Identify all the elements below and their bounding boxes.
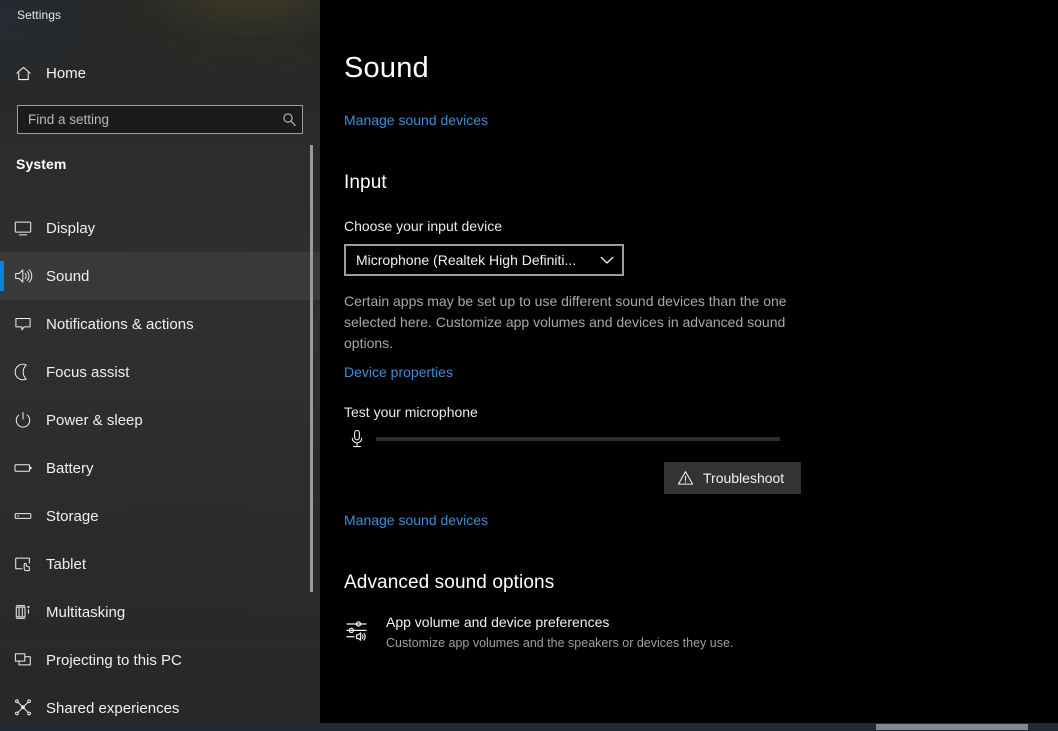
power-icon <box>0 410 46 430</box>
settings-window: Settings Home <box>0 0 1058 731</box>
tablet-icon <box>0 554 46 574</box>
troubleshoot-button[interactable]: Troubleshoot <box>664 462 801 494</box>
sidebar-item-display[interactable]: Display <box>0 204 320 252</box>
sidebar-item-storage-label: Storage <box>46 508 99 525</box>
input-section-heading: Input <box>344 172 387 194</box>
app-volume-preferences-item[interactable]: App volume and device preferences Custom… <box>344 612 804 652</box>
sidebar-scrollbar[interactable] <box>308 0 316 731</box>
sidebar-nav-list: Display Sound <box>0 204 320 731</box>
battery-icon <box>0 458 46 478</box>
sidebar-item-multitasking[interactable]: Multitasking <box>0 588 320 636</box>
manage-sound-devices-link-top[interactable]: Manage sound devices <box>344 112 488 128</box>
advanced-section-heading: Advanced sound options <box>344 572 554 594</box>
home-icon <box>0 64 46 83</box>
sidebar-item-tablet-label: Tablet <box>46 556 86 573</box>
monitor-icon <box>0 218 46 238</box>
microphone-level-meter <box>344 428 784 450</box>
sidebar: Settings Home <box>0 0 320 731</box>
sidebar-item-sound-label: Sound <box>46 268 89 285</box>
horizontal-scrollbar[interactable] <box>0 723 1058 731</box>
troubleshoot-button-label: Troubleshoot <box>703 470 784 486</box>
sidebar-item-home[interactable]: Home <box>0 56 320 90</box>
search-box[interactable] <box>17 105 303 134</box>
input-description: Certain apps may be set up to use differ… <box>344 291 796 354</box>
input-device-value: Microphone (Realtek High Definiti... <box>356 252 576 268</box>
sidebar-item-power-sleep[interactable]: Power & sleep <box>0 396 320 444</box>
sidebar-item-battery[interactable]: Battery <box>0 444 320 492</box>
warning-triangle-icon <box>677 470 694 486</box>
multitasking-icon <box>0 602 46 622</box>
projecting-icon <box>0 650 46 670</box>
microphone-level-track <box>376 437 780 441</box>
microphone-icon <box>344 429 370 449</box>
sidebar-item-storage[interactable]: Storage <box>0 492 320 540</box>
sidebar-item-notifications[interactable]: Notifications & actions <box>0 300 320 348</box>
page-title: Sound <box>344 52 429 85</box>
speaker-icon <box>0 266 46 286</box>
sidebar-item-projecting[interactable]: Projecting to this PC <box>0 636 320 684</box>
search-icon[interactable] <box>276 112 302 127</box>
volume-mixer-icon <box>344 612 372 642</box>
sidebar-item-home-label: Home <box>46 65 86 82</box>
chevron-down-icon <box>594 256 614 265</box>
moon-icon <box>0 362 46 382</box>
storage-icon <box>0 506 46 526</box>
sidebar-item-multitasking-label: Multitasking <box>46 604 125 621</box>
sidebar-item-display-label: Display <box>46 220 95 237</box>
horizontal-scrollbar-thumb[interactable] <box>876 724 1028 730</box>
sidebar-group-heading: System <box>16 156 66 172</box>
sidebar-scrollbar-thumb[interactable] <box>310 145 313 592</box>
sidebar-item-notifications-label: Notifications & actions <box>46 316 194 333</box>
input-device-dropdown[interactable]: Microphone (Realtek High Definiti... <box>344 244 624 276</box>
sidebar-item-battery-label: Battery <box>46 460 94 477</box>
main-content: Sound Manage sound devices Input Choose … <box>320 0 1058 731</box>
shared-experiences-icon <box>0 698 46 718</box>
sidebar-item-tablet[interactable]: Tablet <box>0 540 320 588</box>
choose-input-device-label: Choose your input device <box>344 218 502 234</box>
test-microphone-label: Test your microphone <box>344 404 478 420</box>
manage-sound-devices-link-bottom[interactable]: Manage sound devices <box>344 512 488 528</box>
sidebar-item-power-sleep-label: Power & sleep <box>46 412 143 429</box>
sidebar-item-sound[interactable]: Sound <box>0 252 320 300</box>
sidebar-item-focus-assist-label: Focus assist <box>46 364 129 381</box>
device-properties-link[interactable]: Device properties <box>344 364 453 380</box>
search-input[interactable] <box>18 106 276 133</box>
notification-icon <box>0 314 46 334</box>
sidebar-item-focus-assist[interactable]: Focus assist <box>0 348 320 396</box>
sidebar-item-projecting-label: Projecting to this PC <box>46 652 182 669</box>
app-volume-preferences-title: App volume and device preferences <box>386 612 733 632</box>
app-volume-preferences-subtitle: Customize app volumes and the speakers o… <box>386 634 733 652</box>
sidebar-item-shared-experiences-label: Shared experiences <box>46 700 179 717</box>
app-title: Settings <box>17 8 61 22</box>
